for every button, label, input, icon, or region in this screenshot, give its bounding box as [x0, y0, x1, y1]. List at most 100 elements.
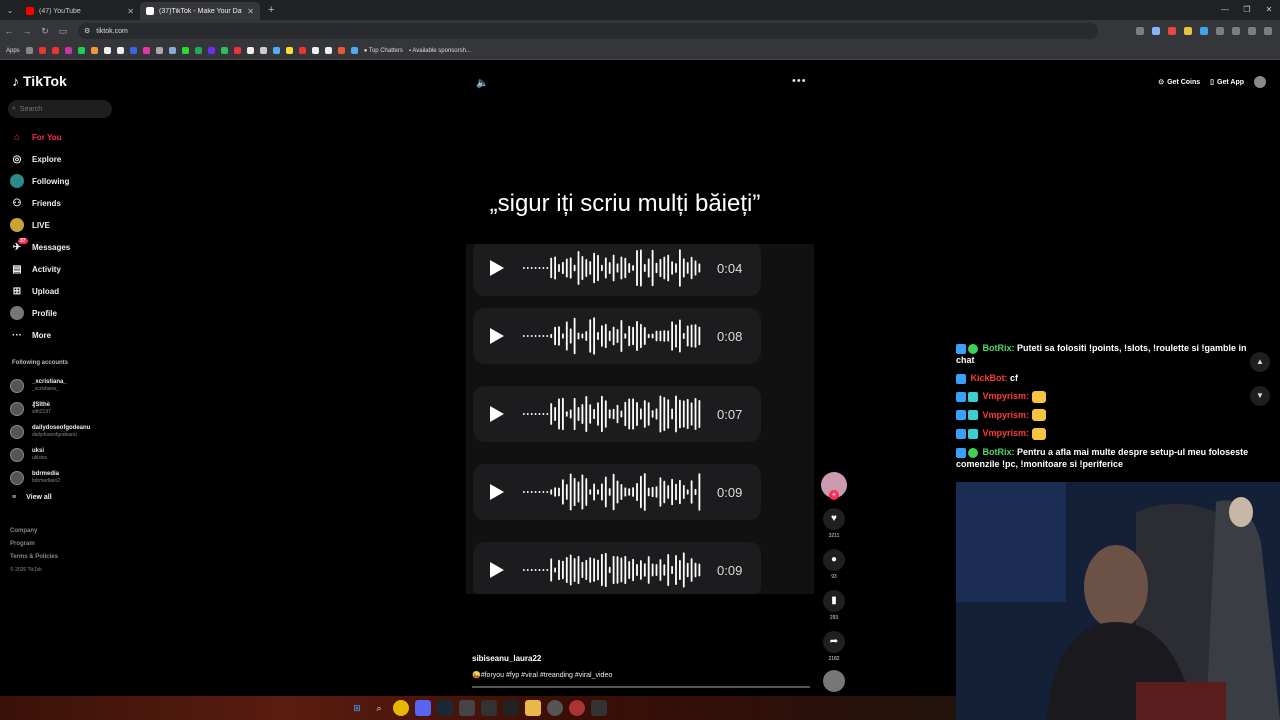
bookmark-top-chatters[interactable]: ● Top Chatters	[364, 48, 403, 54]
puzzle-icon[interactable]	[1216, 27, 1224, 35]
more-options-icon[interactable]: •••	[792, 75, 807, 87]
forward-button[interactable]: →	[18, 26, 36, 36]
site-info-icon[interactable]: ⚙	[84, 27, 90, 35]
new-tab-button[interactable]: +	[268, 4, 274, 16]
footer-link-program[interactable]: Program	[10, 541, 58, 554]
heart-icon[interactable]: ♥	[823, 508, 845, 530]
sidebar-item-upload[interactable]: ⊞ Upload	[10, 280, 120, 302]
volume-icon[interactable]: 🔈	[476, 78, 488, 89]
app-icon[interactable]	[503, 700, 519, 716]
bookmark-icon[interactable]	[220, 47, 228, 54]
video-player[interactable]: 0:04 0:08 0:07 0:09 0:09	[466, 244, 814, 594]
bookmark-icon[interactable]	[337, 47, 345, 54]
comment-action[interactable]: ● 93	[820, 549, 848, 580]
bookmark-icon[interactable]	[129, 47, 137, 54]
bookmark-icon[interactable]	[168, 47, 176, 54]
music-disc[interactable]	[823, 670, 845, 692]
bookmark-icon[interactable]	[350, 47, 358, 54]
sidebar-item-live[interactable]: LIVE	[10, 214, 120, 236]
reload-button[interactable]: ↻	[36, 26, 54, 37]
bookmark-icon[interactable]	[90, 47, 98, 54]
tab-search-button[interactable]: ⌄	[0, 0, 20, 20]
avatar[interactable]	[1254, 76, 1266, 88]
star-icon[interactable]	[1152, 27, 1160, 35]
sidebar-item-messages[interactable]: ✈ 37 Messages	[10, 236, 120, 258]
author-avatar[interactable]: +	[821, 472, 847, 500]
sidebar-item-for-you[interactable]: ⌂ For You	[10, 126, 120, 148]
account-item[interactable]: _xcristiana_ _xcristiana_	[10, 374, 120, 397]
account-item[interactable]: dailydoseofgodeanu dailydoseofgodeanu	[10, 420, 120, 443]
close-icon[interactable]: ✕	[247, 7, 254, 16]
profile-avatar[interactable]	[1248, 27, 1256, 35]
footer-link-terms[interactable]: Terms & Policies	[10, 554, 58, 567]
steam-icon[interactable]	[437, 700, 453, 716]
folder-icon[interactable]	[525, 700, 541, 716]
bookmark-icon[interactable]	[38, 47, 46, 54]
comment-icon[interactable]: ●	[823, 549, 845, 571]
share-action[interactable]: ➦ 2182	[820, 631, 848, 662]
back-button[interactable]: ←	[0, 26, 18, 36]
bookmark-icon[interactable]	[311, 47, 319, 54]
bookmark-icon[interactable]: ▮	[823, 590, 845, 612]
bookmark-icon[interactable]	[25, 47, 33, 54]
menu-icon[interactable]	[1232, 27, 1240, 35]
account-item[interactable]: ₰Sîthè sith2197	[10, 397, 120, 420]
close-window-button[interactable]: ✕	[1258, 0, 1280, 20]
bookmark-icon[interactable]	[77, 47, 85, 54]
close-icon[interactable]: ✕	[127, 7, 134, 16]
chrome-icon[interactable]	[393, 700, 409, 716]
bookmark-icon[interactable]	[64, 47, 72, 54]
view-all-button[interactable]: ≡ View all	[12, 494, 52, 501]
bookmark-icon[interactable]	[272, 47, 280, 54]
sidebar-item-friends[interactable]: ⚇ Friends	[10, 192, 120, 214]
like-action[interactable]: ♥ 3211	[820, 508, 848, 539]
share-icon[interactable]: ➦	[823, 631, 845, 653]
minimize-button[interactable]: —	[1214, 0, 1236, 20]
tab-tiktok[interactable]: (37)TikTok - Make Your Day ✕	[140, 2, 260, 20]
extension-icon[interactable]	[1200, 27, 1208, 35]
bookmark-icon[interactable]	[103, 47, 111, 54]
video-progress-bar[interactable]	[472, 686, 810, 688]
bookmark-icon[interactable]	[324, 47, 332, 54]
get-coins-button[interactable]: ⊙ Get Coins	[1158, 78, 1200, 87]
sidebar-item-following[interactable]: Following	[10, 170, 120, 192]
sidebar-item-explore[interactable]: ◎ Explore	[10, 148, 120, 170]
bookmark-icon[interactable]	[259, 47, 267, 54]
video-author[interactable]: sibiseanu_laura22	[472, 654, 541, 663]
bookmark-icon[interactable]	[142, 47, 150, 54]
bookmark-icon[interactable]	[116, 47, 124, 54]
extension-icon[interactable]	[1184, 27, 1192, 35]
discord-icon[interactable]	[415, 700, 431, 716]
sidebar-item-more[interactable]: ··· More	[10, 324, 120, 346]
windows-start-icon[interactable]: ⊞	[349, 700, 365, 716]
bookmark-icon[interactable]	[298, 47, 306, 54]
url-field[interactable]: ⚙ tiktok.com	[78, 23, 1098, 39]
app-icon[interactable]	[569, 700, 585, 716]
follow-plus-icon[interactable]: +	[829, 490, 839, 500]
extension-icon[interactable]	[1168, 27, 1176, 35]
sidebar-item-profile[interactable]: Profile	[10, 302, 120, 324]
bookmark-icon[interactable]	[233, 47, 241, 54]
app-icon[interactable]	[591, 700, 607, 716]
tiktok-logo[interactable]: ♪ TikTok	[12, 73, 67, 89]
video-hashtags[interactable]: 😜#foryou #fyp #viral #treanding #viral_v…	[472, 671, 612, 679]
bookmark-icon[interactable]	[51, 47, 59, 54]
extension-icon[interactable]	[1136, 27, 1144, 35]
kebab-icon[interactable]	[1264, 27, 1272, 35]
bookmark-icon[interactable]	[181, 47, 189, 54]
app-icon[interactable]	[547, 700, 563, 716]
bookmark-available-sponsorships[interactable]: ▪ Available sponsorsh...	[409, 48, 471, 54]
bookmark-icon[interactable]	[246, 47, 254, 54]
bookmark-icon[interactable]	[285, 47, 293, 54]
app-icon[interactable]	[459, 700, 475, 716]
save-action[interactable]: ▮ 293	[820, 590, 848, 621]
bookmark-icon[interactable]	[207, 47, 215, 54]
split-view-icon[interactable]: ▭	[54, 26, 72, 37]
sidebar-item-activity[interactable]: ▤ Activity	[10, 258, 120, 280]
maximize-button[interactable]: ❐	[1236, 0, 1258, 20]
get-app-button[interactable]: ▯ Get App	[1210, 78, 1244, 87]
app-icon[interactable]	[481, 700, 497, 716]
bookmark-apps[interactable]: Apps	[6, 48, 20, 54]
tab-youtube[interactable]: (47) YouTube ✕	[20, 2, 140, 20]
bookmark-icon[interactable]	[194, 47, 202, 54]
